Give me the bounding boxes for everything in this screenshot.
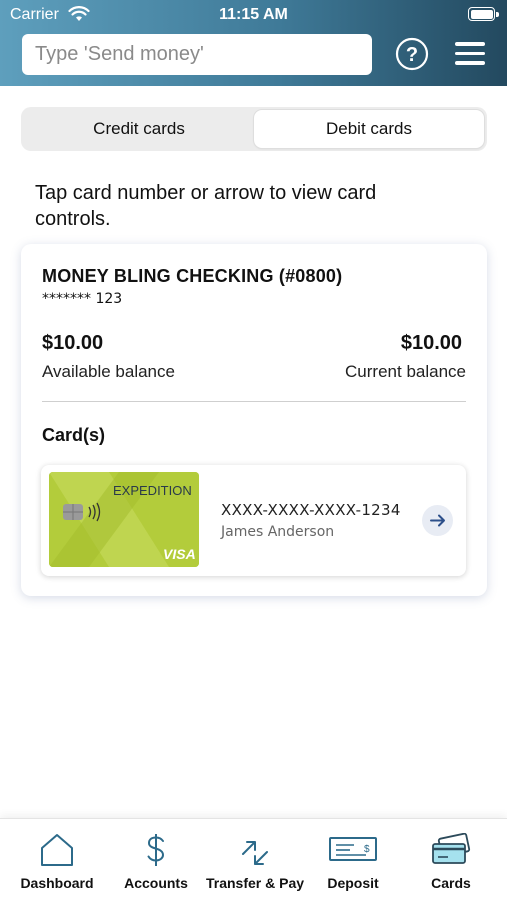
battery-icon — [468, 7, 495, 21]
app-header: Carrier 11:15 AM ? — [0, 0, 507, 86]
svg-text:$: $ — [364, 844, 370, 855]
account-name: MONEY BLING CHECKING (#0800) — [42, 266, 343, 286]
arrow-right-icon[interactable] — [422, 505, 453, 536]
search-box[interactable] — [22, 34, 372, 75]
account-card: MONEY BLING CHECKING (#0800) ******* 123… — [21, 244, 487, 596]
status-time: 11:15 AM — [219, 6, 288, 23]
dollar-icon — [144, 833, 168, 874]
segment-debit-cards[interactable]: Debit cards — [254, 110, 484, 148]
tab-dashboard[interactable]: Dashboard — [10, 819, 104, 900]
search-input[interactable] — [22, 34, 372, 75]
debit-card-image[interactable]: EXPEDITION VISA — [49, 472, 199, 567]
svg-text:?: ? — [406, 44, 418, 66]
divider — [42, 401, 466, 402]
card-type-segmented-control: Credit cards Debit cards — [21, 107, 487, 151]
tab-label: Cards — [431, 875, 471, 891]
hamburger-menu-icon[interactable] — [455, 42, 485, 68]
current-balance-label: Current balance — [345, 362, 466, 381]
account-masked-number: ******* 123 — [42, 291, 123, 307]
transfer-arrows-icon — [239, 833, 271, 874]
segment-credit-cards[interactable]: Credit cards — [24, 110, 254, 148]
bottom-tab-bar: Dashboard Accounts Transfer & Pay $ Depo… — [0, 818, 507, 900]
cards-heading: Card(s) — [42, 425, 106, 445]
tab-label: Dashboard — [20, 875, 94, 891]
tab-label: Deposit — [327, 875, 379, 891]
cards-icon — [430, 832, 472, 872]
card-holder-name: James Anderson — [221, 524, 335, 540]
card-number-link[interactable]: XXXX-XXXX-XXXX-1234 — [221, 501, 401, 519]
tab-deposit[interactable]: $ Deposit — [310, 819, 396, 900]
status-bar: Carrier 11:15 AM — [0, 0, 507, 30]
available-balance-amount: $10.00 — [42, 332, 104, 354]
tab-cards[interactable]: Cards — [413, 819, 489, 900]
instructions-text: Tap card number or arrow to view card co… — [35, 182, 377, 230]
check-deposit-icon: $ — [328, 833, 378, 868]
tab-label: Transfer & Pay — [205, 875, 305, 891]
question-circle-icon[interactable]: ? — [395, 37, 429, 71]
house-icon — [39, 833, 75, 872]
battery-tip — [496, 12, 499, 17]
current-balance-amount: $10.00 — [400, 332, 462, 354]
tab-accounts[interactable]: Accounts — [110, 819, 202, 900]
card-brand-text: EXPEDITION — [113, 483, 192, 498]
card-network-text: VISA — [163, 546, 196, 562]
card-row[interactable]: EXPEDITION VISA XXXX-XXXX-XXXX-1234 Jame… — [41, 465, 466, 576]
available-balance-label: Available balance — [42, 362, 175, 381]
tab-transfer-pay[interactable]: Transfer & Pay — [203, 819, 307, 900]
tab-label: Accounts — [124, 875, 188, 891]
